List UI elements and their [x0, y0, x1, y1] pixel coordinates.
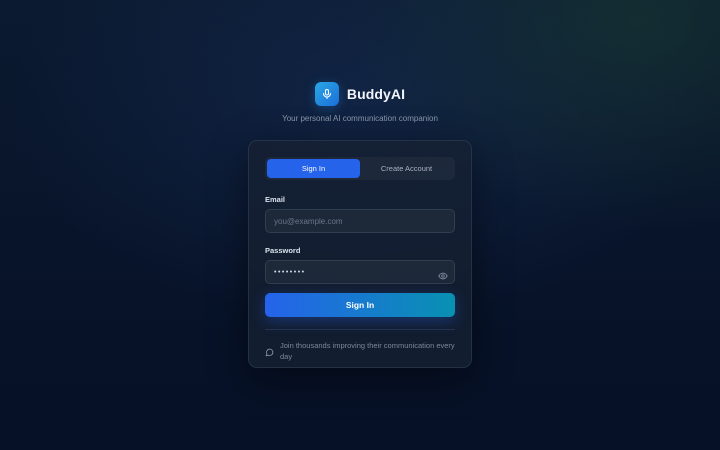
footer-note: Join thousands improving their communica… [265, 341, 455, 362]
brand-name: BuddyAI [346, 86, 406, 102]
divider [265, 329, 455, 330]
eye-icon[interactable] [438, 268, 448, 280]
password-label: Password [265, 246, 301, 255]
email-field[interactable] [266, 210, 454, 232]
sign-in-button[interactable]: Sign In [265, 293, 455, 317]
password-field-wrapper [265, 260, 455, 284]
auth-tabs: Sign In Create Account [265, 157, 455, 180]
chat-bubble-icon [265, 344, 274, 357]
email-label: Email [265, 195, 286, 204]
auth-card: Sign In Create Account Email Password Si… [248, 140, 472, 368]
tab-sign-in[interactable]: Sign In [267, 159, 360, 178]
footer-text: Join thousands improving their communica… [280, 341, 455, 361]
tagline: Your personal AI communication companion [282, 114, 438, 123]
tab-create-account[interactable]: Create Account [360, 159, 453, 178]
microphone-icon [314, 82, 339, 106]
brand-header: BuddyAI [0, 82, 720, 106]
email-field-wrapper [265, 209, 455, 233]
password-field[interactable] [266, 261, 454, 283]
